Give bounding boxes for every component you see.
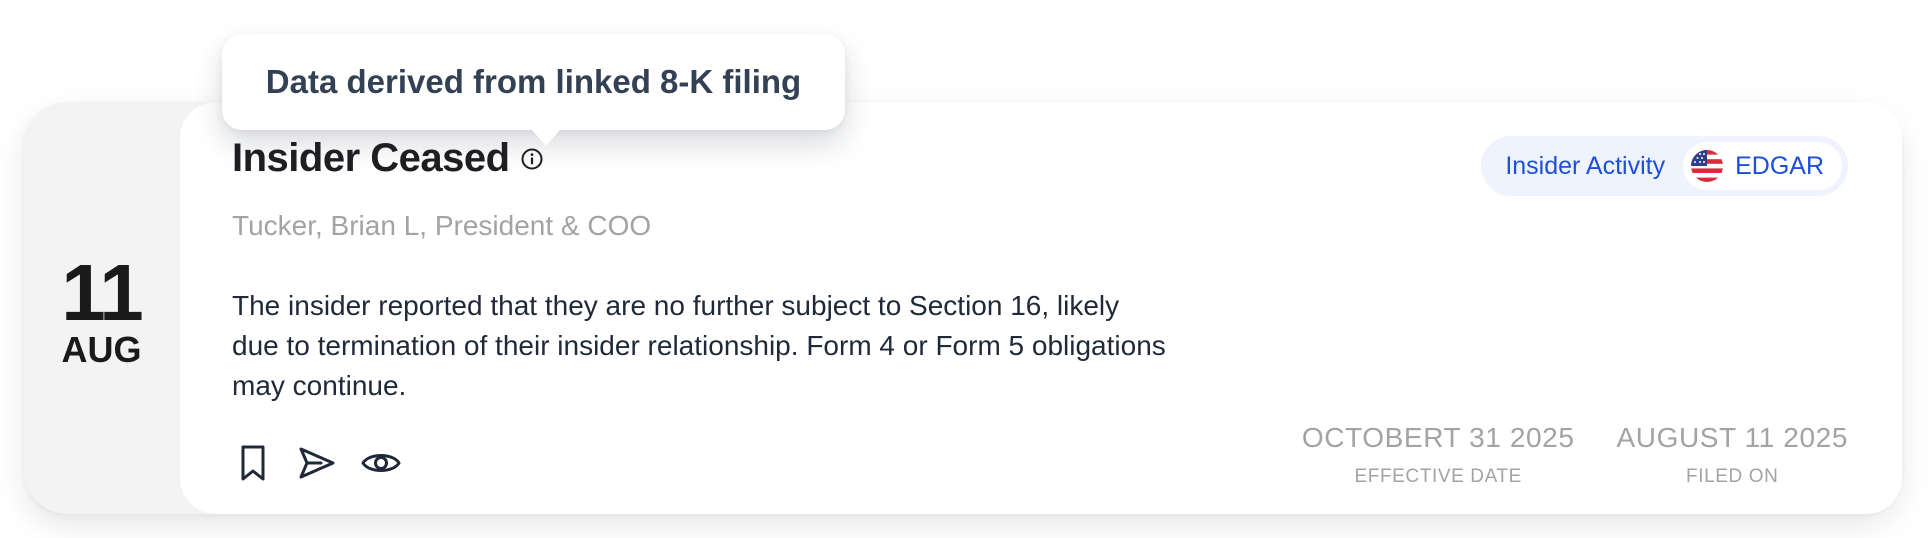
action-bar: [232, 442, 402, 484]
date-info: OCTOBERT 31 2025 EFFECTIVE DATE AUGUST 1…: [1302, 422, 1848, 488]
title-row: Insider Ceased: [232, 136, 544, 181]
event-content: Insider Ceased Tucker, Brian L, Presiden…: [180, 102, 1902, 514]
info-tooltip: Data derived from linked 8-K filing: [222, 34, 845, 130]
event-date-column: 11 AUG: [24, 102, 179, 514]
insider-name: Tucker, Brian L, President & COO: [232, 210, 652, 241]
info-icon[interactable]: [520, 147, 544, 171]
bookmark-button[interactable]: [232, 442, 274, 484]
effective-date-label: EFFECTIVE DATE: [1354, 466, 1522, 487]
event-description: The insider reported that they are no fu…: [232, 290, 1166, 401]
bookmark-icon: [241, 445, 265, 481]
filed-on-label: FILED ON: [1686, 466, 1779, 487]
view-button[interactable]: [360, 442, 402, 484]
event-card: 11 AUG Insider Ceased Tucker, Brian L, P…: [24, 102, 1902, 514]
effective-date-value: OCTOBERT 31 2025: [1301, 422, 1575, 453]
filed-on-value: AUGUST 11 2025: [1616, 422, 1848, 453]
tag-insider-activity[interactable]: Insider Activity: [1505, 152, 1665, 181]
event-title: Insider Ceased: [232, 136, 510, 180]
tag-edgar-label: EDGAR: [1735, 151, 1824, 180]
event-month: AUG: [61, 329, 142, 370]
eye-icon: [361, 454, 401, 472]
send-icon: [299, 447, 335, 479]
filed-on-block: AUGUST 11 2025 FILED ON: [1617, 422, 1848, 488]
effective-date-block: OCTOBERT 31 2025 EFFECTIVE DATE: [1302, 422, 1575, 488]
tooltip-arrow: [532, 130, 560, 146]
tag-edgar[interactable]: EDGAR: [1683, 142, 1842, 190]
event-day: 11: [61, 248, 144, 337]
us-flag-icon: [1691, 150, 1724, 182]
source-tags: Insider Activity EDGAR: [1481, 136, 1848, 196]
share-button[interactable]: [296, 442, 338, 484]
